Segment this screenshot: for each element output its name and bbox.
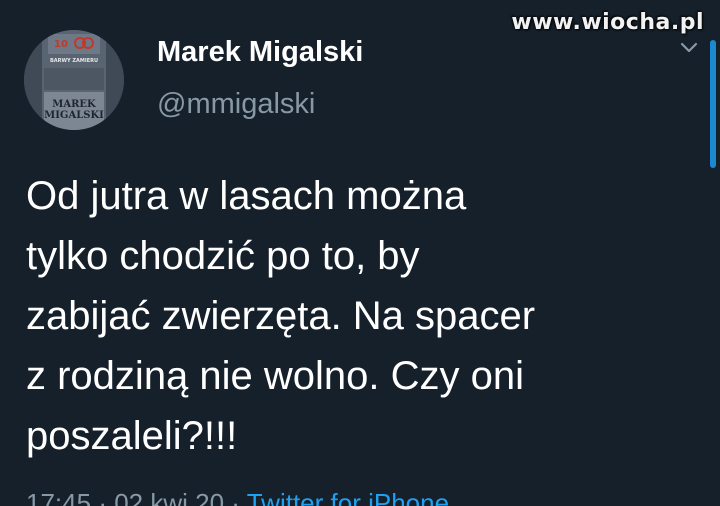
avatar[interactable]: 10 BARWY ZAMIERU MAREK MIGALSKI — [24, 30, 124, 130]
avatar-book-cover-image: 10 BARWY ZAMIERU MAREK MIGALSKI — [24, 30, 124, 130]
tweet-date: 02 kwi 20 — [114, 488, 225, 506]
scrollbar[interactable] — [710, 40, 716, 168]
author-handle[interactable]: @mmigalski — [157, 88, 315, 121]
meta-separator: · — [231, 488, 240, 506]
tweet-meta: 17:45 · 02 kwi 20 · Twitter for iPhone — [26, 488, 449, 506]
tweet-screenshot: 10 BARWY ZAMIERU MAREK MIGALSKI Marek Mi… — [0, 0, 720, 506]
tweet-time: 17:45 — [26, 488, 92, 506]
svg-text:BARWY ZAMIERU: BARWY ZAMIERU — [50, 58, 98, 64]
tweet-text: Od jutra w lasach można tylko chodzić po… — [26, 174, 536, 458]
author-display-name[interactable]: Marek Migalski — [157, 36, 363, 69]
watermark: www.wiocha.pl — [511, 10, 704, 35]
meta-separator: · — [98, 488, 107, 506]
svg-text:MAREK: MAREK — [52, 99, 96, 110]
svg-text:10: 10 — [54, 39, 68, 50]
chevron-down-icon[interactable] — [680, 40, 698, 54]
svg-text:MIGALSKI: MIGALSKI — [44, 110, 104, 121]
tweet-source-link[interactable]: Twitter for iPhone — [247, 488, 449, 506]
